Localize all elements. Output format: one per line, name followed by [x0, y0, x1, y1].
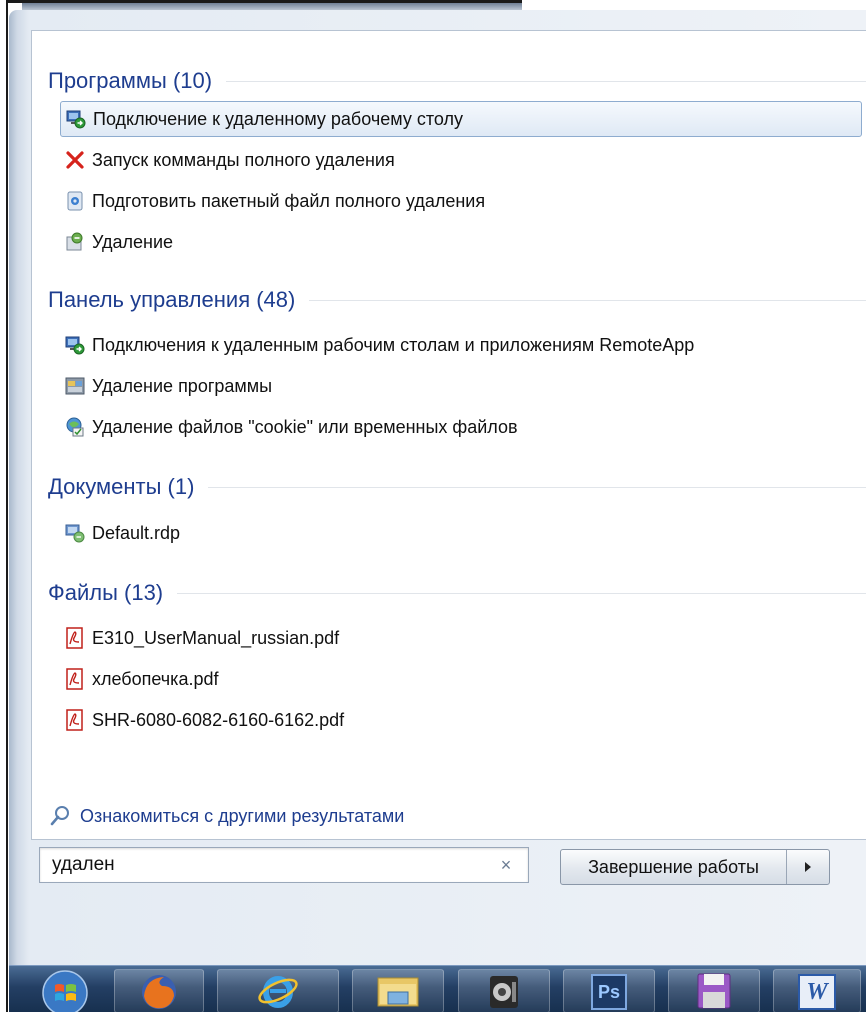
more-results-label: Ознакомиться с другими результатами: [80, 805, 405, 826]
section-header-documents: Документы (1): [48, 473, 866, 501]
section-header-files: Файлы (13): [48, 579, 866, 607]
section-header-programs: Программы (10): [48, 67, 866, 95]
file-explorer-icon: [377, 977, 419, 1007]
start-menu: Программы (10) Подключение к удаленному …: [9, 10, 866, 965]
result-item-pdf-shr[interactable]: SHR-6080-6082-6160-6162.pdf: [60, 702, 862, 738]
internet-explorer-icon: [258, 976, 298, 1008]
start-button[interactable]: [29, 969, 101, 1012]
result-item-remote-desktop[interactable]: Подключение к удаленному рабочему столу: [60, 101, 862, 137]
word-icon: W: [798, 974, 836, 1010]
result-item-default-rdp[interactable]: Default.rdp: [60, 515, 862, 551]
red-x-icon: [66, 151, 84, 169]
search-input[interactable]: [40, 848, 480, 882]
result-label: хлебопечка.pdf: [92, 668, 219, 689]
result-label: Удаление: [92, 231, 174, 252]
rdp-file-icon: [65, 524, 85, 543]
firefox-icon: [142, 975, 176, 1009]
section-title: Файлы (13): [48, 580, 164, 605]
result-label: Подключения к удаленным рабочим столам и…: [92, 334, 695, 355]
arrow-right-icon: [805, 862, 811, 872]
section-divider: [226, 80, 866, 82]
taskbar-firefox[interactable]: [114, 969, 204, 1012]
result-label: Подготовить пакетный файл полного удален…: [92, 190, 486, 211]
result-item-uninstall-program[interactable]: Удаление программы: [60, 368, 862, 404]
result-item-uninstall[interactable]: Удаление: [60, 224, 862, 260]
section-title: Документы (1): [48, 474, 195, 499]
result-item-delete-cookies[interactable]: Удаление файлов "cookie" или временных ф…: [60, 409, 862, 445]
result-label: E310_UserManual_russian.pdf: [92, 627, 340, 648]
result-label: Подключение к удаленному рабочему столу: [93, 108, 463, 129]
shutdown-options-button[interactable]: [787, 850, 829, 884]
taskbar-media-player[interactable]: [458, 969, 550, 1012]
taskbar: Ps W: [9, 965, 866, 1012]
result-item-batch-file[interactable]: Подготовить пакетный файл полного удален…: [60, 183, 862, 219]
magnifier-icon: [50, 806, 69, 826]
more-results-link[interactable]: Ознакомиться с другими результатами: [48, 801, 404, 831]
result-item-full-removal-command[interactable]: Запуск комманды полного удаления: [60, 142, 862, 178]
shutdown-button-group: Завершение работы: [560, 849, 830, 885]
shutdown-button[interactable]: Завершение работы: [561, 850, 787, 884]
result-label: SHR-6080-6082-6160-6162.pdf: [92, 709, 345, 730]
pdf-icon: [66, 627, 83, 649]
taskbar-file-explorer[interactable]: [352, 969, 444, 1012]
taskbar-photoshop[interactable]: Ps: [563, 969, 655, 1012]
search-box: ×: [39, 847, 529, 883]
result-label: Default.rdp: [92, 522, 181, 543]
result-item-remoteapp-connections[interactable]: Подключения к удаленным рабочим столам и…: [60, 327, 862, 363]
pdf-icon: [66, 709, 83, 731]
section-divider: [208, 486, 866, 488]
section-title: Программы (10): [48, 68, 213, 93]
screenshot-frame-left: [6, 0, 8, 1012]
taskbar-save-app[interactable]: [668, 969, 760, 1012]
section-divider: [177, 592, 866, 594]
section-title: Панель управления (48): [48, 287, 296, 312]
section-divider: [309, 299, 866, 301]
search-results-pane: Программы (10) Подключение к удаленному …: [31, 30, 866, 840]
taskbar-word[interactable]: W: [773, 969, 861, 1012]
pdf-icon: [66, 668, 83, 690]
photoshop-icon: Ps: [591, 974, 627, 1010]
result-label: Запуск комманды полного удаления: [92, 149, 395, 170]
floppy-save-icon: [697, 973, 731, 1009]
remote-desktop-icon: [66, 110, 86, 129]
taskbar-internet-explorer[interactable]: [217, 969, 339, 1012]
result-item-pdf-bread-maker[interactable]: хлебопечка.pdf: [60, 661, 862, 697]
media-speaker-icon: [490, 976, 518, 1008]
result-item-pdf-e310[interactable]: E310_UserManual_russian.pdf: [60, 620, 862, 656]
windows-start-icon: [42, 970, 88, 1012]
programs-icon: [65, 377, 85, 395]
uninstall-icon: [66, 232, 83, 251]
result-label: Удаление файлов "cookie" или временных ф…: [92, 416, 518, 437]
result-label: Удаление программы: [92, 375, 273, 396]
section-header-control-panel: Панель управления (48): [48, 286, 866, 314]
remote-desktop-icon: [65, 336, 85, 355]
clear-search-icon[interactable]: ×: [496, 854, 516, 876]
batch-file-icon: [67, 191, 83, 211]
internet-options-icon: [66, 417, 84, 437]
